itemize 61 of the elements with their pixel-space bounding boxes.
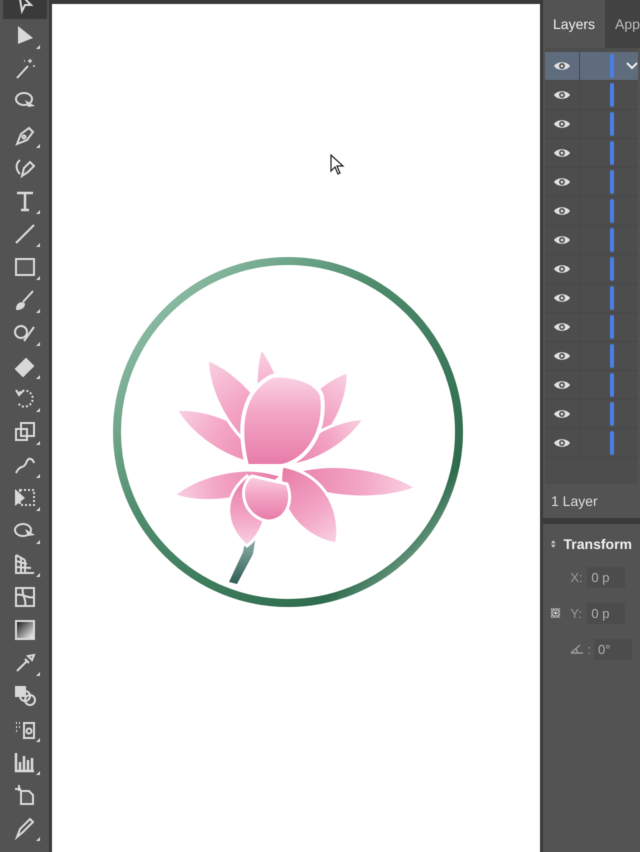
layer-row[interactable] bbox=[545, 168, 638, 197]
layer-row[interactable] bbox=[545, 197, 638, 226]
layer-row[interactable] bbox=[545, 110, 638, 139]
layer-row[interactable] bbox=[545, 139, 638, 168]
eye-icon[interactable] bbox=[553, 321, 571, 333]
eye-icon[interactable] bbox=[553, 379, 571, 391]
layer-row[interactable] bbox=[545, 429, 638, 458]
field-label: : bbox=[587, 642, 591, 656]
eye-icon[interactable] bbox=[553, 60, 571, 72]
layer-color-bar bbox=[610, 431, 614, 455]
eye-icon[interactable] bbox=[553, 263, 571, 275]
layer-color-bar bbox=[610, 257, 614, 281]
eye-icon[interactable] bbox=[553, 234, 571, 246]
panel-title: Transform bbox=[564, 536, 632, 552]
eye-icon[interactable] bbox=[553, 437, 571, 449]
eye-icon[interactable] bbox=[553, 292, 571, 304]
eye-icon[interactable] bbox=[553, 118, 571, 130]
layer-color-bar bbox=[610, 112, 614, 136]
eye-icon[interactable] bbox=[553, 147, 571, 159]
layer-row[interactable] bbox=[545, 255, 638, 284]
layer-color-bar bbox=[610, 83, 614, 107]
angle-icon bbox=[570, 644, 584, 654]
layer-row[interactable] bbox=[545, 52, 638, 81]
panel-tab[interactable]: Layers bbox=[543, 0, 606, 48]
eye-icon[interactable] bbox=[553, 89, 571, 101]
pointer-cursor-icon bbox=[330, 154, 346, 176]
layer-row[interactable] bbox=[545, 284, 638, 313]
layer-color-bar bbox=[610, 199, 614, 223]
layer-row[interactable] bbox=[545, 371, 638, 400]
gradient-icon bbox=[12, 618, 36, 642]
line-icon bbox=[12, 222, 36, 246]
eye-icon[interactable] bbox=[553, 205, 571, 217]
artboard-icon bbox=[12, 782, 36, 806]
field-label: X: bbox=[570, 570, 584, 584]
scale-icon bbox=[12, 420, 36, 444]
layer-color-bar bbox=[610, 286, 614, 310]
layer-color-bar bbox=[610, 344, 614, 368]
rotate-icon bbox=[12, 386, 36, 410]
layer-color-bar bbox=[610, 228, 614, 252]
chevron-down-icon[interactable] bbox=[626, 62, 638, 70]
layer-color-bar bbox=[610, 170, 614, 194]
perspective-grid-icon bbox=[12, 552, 36, 576]
layer-color-bar bbox=[610, 373, 614, 397]
layer-row[interactable] bbox=[545, 313, 638, 342]
eye-icon[interactable] bbox=[553, 408, 571, 420]
field-label: Y: bbox=[570, 606, 583, 620]
layer-count: 1 Layer bbox=[551, 493, 598, 509]
collapse-arrows-icon[interactable] bbox=[551, 539, 556, 549]
layer-row[interactable] bbox=[545, 342, 638, 371]
layer-row[interactable] bbox=[545, 400, 638, 429]
layer-row[interactable] bbox=[545, 81, 638, 110]
mesh-icon bbox=[12, 584, 36, 608]
layer-color-bar bbox=[610, 315, 614, 339]
layer-color-bar bbox=[610, 141, 614, 165]
layer-row[interactable] bbox=[545, 226, 638, 255]
layer-color-bar bbox=[610, 402, 614, 426]
knife-icon bbox=[12, 816, 36, 840]
blend-icon bbox=[12, 684, 36, 708]
eye-icon[interactable] bbox=[553, 350, 571, 362]
eye-icon[interactable] bbox=[553, 176, 571, 188]
layer-color-bar bbox=[610, 54, 614, 78]
